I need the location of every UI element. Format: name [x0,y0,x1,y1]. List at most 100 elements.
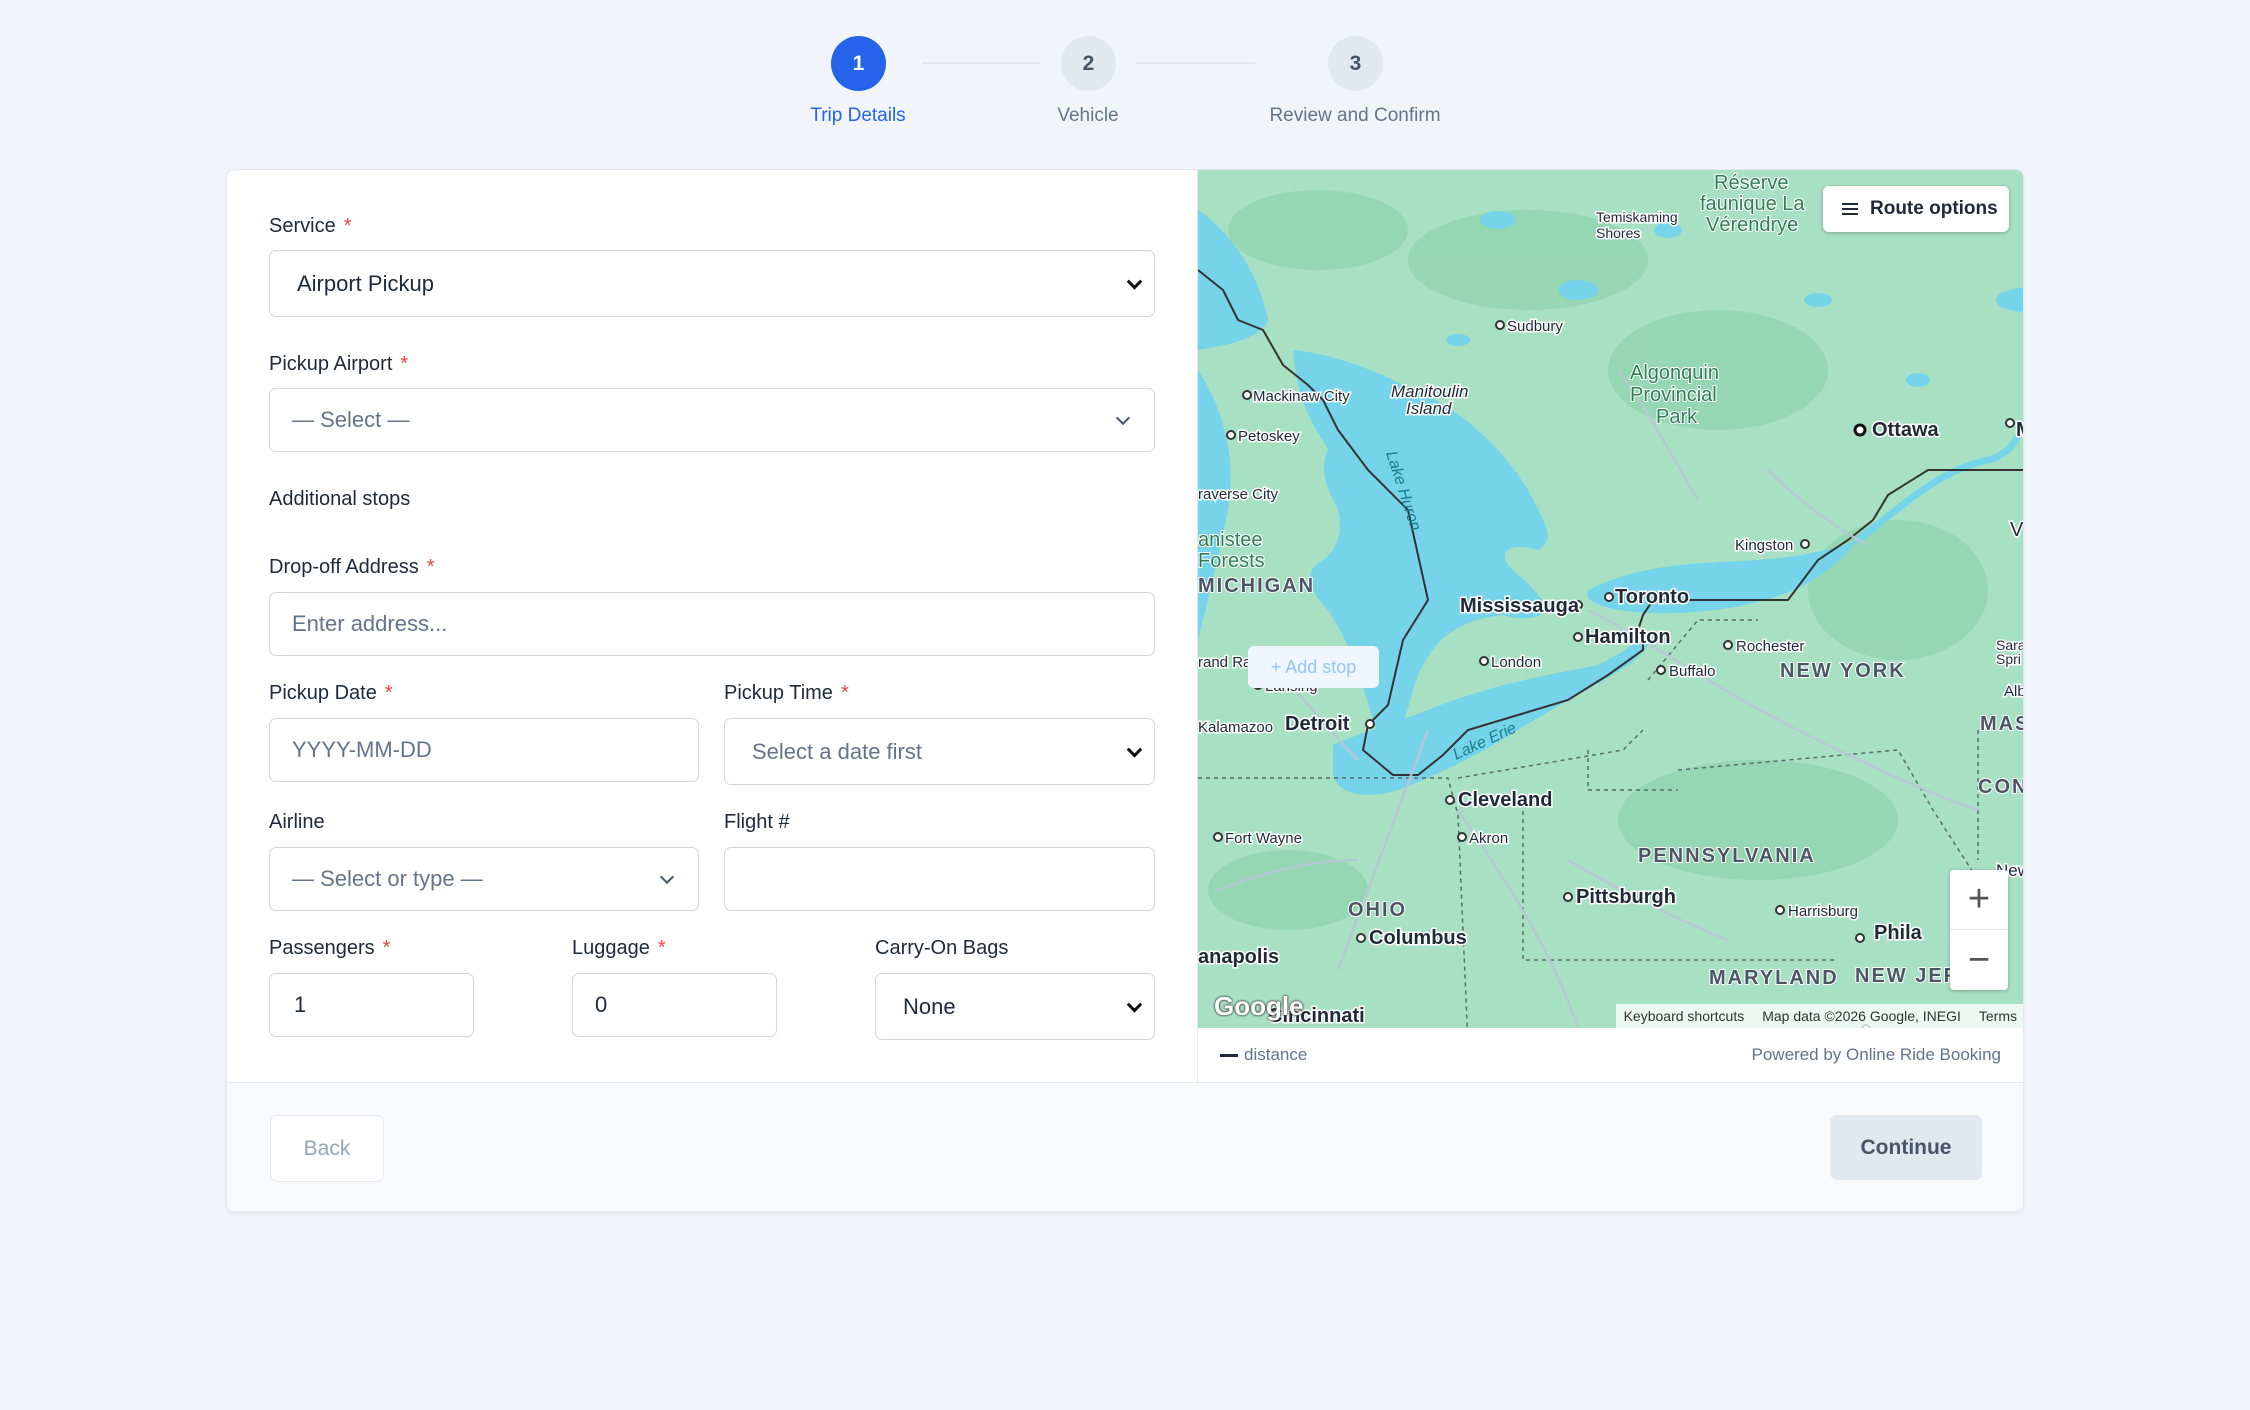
airline-label: Airline [269,811,325,833]
map-label-edge-v: V [2010,519,2024,541]
map-label-pittsburgh: Pittsburgh [1576,886,1676,908]
progress-stepper: 1 2 3 Trip Details Vehicle Review and Co… [0,0,2250,150]
map-data-text: Map data ©2026 Google, INEGI [1762,1008,1961,1024]
map-label-new-jersey: NEW JEF [1855,965,1958,987]
passengers-label: Passengers * [269,937,391,959]
pickup-airport-label: Pickup Airport * [269,353,409,375]
add-stop-button[interactable]: + Add stop [1248,646,1379,688]
continue-button[interactable]: Continue [1830,1115,1982,1180]
step-1-label: Trip Details [810,105,906,126]
map-label-harrisburg: Harrisburg [1788,903,1858,920]
zoom-in-button[interactable]: + [1950,870,2008,930]
map-label-edge-spri: Spri [1996,651,2021,667]
map-label-forests: Forests [1198,550,1265,572]
map-attribution: Keyboard shortcuts Map data ©2026 Google… [1615,1004,2023,1028]
back-button[interactable]: Back [270,1115,384,1182]
route-options-button[interactable]: Route options [1823,186,2009,232]
map-label-shores: Shores [1596,225,1640,241]
trip-details-form: Service * Airport Pickup Pickup Airport * … [227,170,1197,1082]
chevron-down-icon [659,869,675,885]
terms-link[interactable]: Terms [1979,1008,2017,1024]
map-label-kalamazoo: Kalamazoo [1198,719,1273,736]
map-label-columbus: Columbus [1369,927,1467,949]
route-options-label: Route options [1870,198,1998,219]
map-label-ohio: OHIO [1348,899,1407,921]
step-1-indicator: 1 [831,36,886,91]
chevron-down-icon [1126,741,1143,758]
map-label-kingston: Kingston [1735,537,1793,554]
step-connector [922,62,1041,64]
chevron-down-icon [1126,273,1143,290]
route-line-icon [1220,1054,1238,1058]
map-label-buffalo: Buffalo [1669,663,1715,680]
map-label-hamilton: Hamilton [1585,626,1671,648]
map-label-pennsylvania: PENNSYLVANIA [1638,845,1816,867]
dropoff-address-label: Drop-off Address * [269,556,435,578]
map-footer: distance Powered by Online Ride Booking [1197,1028,2023,1082]
pickup-time-select[interactable]: Select a date first [724,718,1155,785]
map-label-reserve: Réserve [1714,172,1788,194]
flight-number-label: Flight # [724,811,790,833]
map-label-sudbury: Sudbury [1507,318,1563,335]
zoom-out-button[interactable]: − [1950,930,2008,990]
map-label-fort-wayne: Fort Wayne [1225,830,1302,847]
service-label: Service * [269,215,352,237]
map-label-petoskey: Petoskey [1238,428,1300,445]
map-label-indianapolis: anapolis [1198,946,1279,968]
pickup-date-input[interactable]: YYYY-MM-DD [269,718,699,782]
map-label-philadelphia: Phila [1874,922,1923,944]
map-label-detroit: Detroit [1285,713,1350,735]
map-label-london: London [1491,654,1541,671]
map-canvas: Ottawa Toronto Mississauga Hamilton Buff… [1198,171,2024,1028]
step-2-label: Vehicle [1057,105,1119,126]
booking-card: Service * Airport Pickup Pickup Airport * … [226,169,2024,1212]
map-label-traverse-city: raverse City [1198,486,1279,503]
map-label-temiskaming: Temiskaming [1596,209,1678,225]
map-label-akron: Akron [1469,830,1508,847]
step-3-indicator: 3 [1328,36,1383,91]
chevron-down-icon [1115,410,1131,426]
pickup-time-label: Pickup Time * [724,682,849,704]
luggage-label: Luggage * [572,937,666,959]
map-label-faunique: faunique La [1700,193,1805,215]
step-3-label: Review and Confirm [1269,105,1441,126]
map-label-maryland: MARYLAND [1709,967,1839,989]
card-footer: Back Continue [227,1082,2023,1211]
map-label-rochester: Rochester [1736,638,1804,655]
carry-on-select[interactable]: None [875,973,1155,1040]
map-label-ottawa: Ottawa [1872,419,1940,441]
map-label-edge-m: M [2016,419,2024,441]
chevron-down-icon [1126,996,1143,1013]
distance-legend: distance [1220,1045,1307,1065]
keyboard-shortcuts-link[interactable]: Keyboard shortcuts [1624,1008,1745,1024]
pickup-date-label: Pickup Date * [269,682,393,704]
route-map[interactable]: Ottawa Toronto Mississauga Hamilton Buff… [1197,170,2024,1028]
zoom-controls: + − [1950,870,2008,990]
carry-on-label: Carry-On Bags [875,937,1009,959]
map-label-mississauga: Mississauga [1460,595,1580,617]
dropoff-address-input[interactable]: Enter address... [269,592,1155,656]
google-logo: Google [1214,991,1304,1021]
passengers-input[interactable]: 1 [269,973,474,1037]
step-2-indicator: 2 [1061,36,1116,91]
powered-by-text: Powered by Online Ride Booking [1751,1045,2001,1064]
map-label-edge-alb: Alb [2004,683,2024,700]
additional-stops-label: Additional stops [269,488,411,510]
map-label-algonquin: Algonquin [1630,362,1719,384]
map-label-manistee: anistee [1198,529,1263,551]
step-connector [1136,62,1255,64]
airline-select[interactable]: — Select or type — [269,847,699,911]
pickup-airport-select[interactable]: — Select — [269,388,1155,452]
map-label-massachusetts: MAS [1980,713,2024,735]
map-label-provincial: Provincial [1630,384,1717,406]
map-label-cleveland: Cleveland [1458,789,1552,811]
map-label-park: Park [1656,406,1698,428]
map-label-connecticut: CON [1978,776,2024,798]
map-label-new-york: NEW YORK [1780,660,1906,682]
map-label-toronto: Toronto [1615,586,1689,608]
map-label-mackinaw-city: Mackinaw City [1253,388,1350,405]
flight-number-input[interactable] [724,847,1155,911]
service-select[interactable]: Airport Pickup [269,250,1155,317]
luggage-input[interactable]: 0 [572,973,777,1037]
map-label-michigan: MICHIGAN [1198,575,1315,597]
